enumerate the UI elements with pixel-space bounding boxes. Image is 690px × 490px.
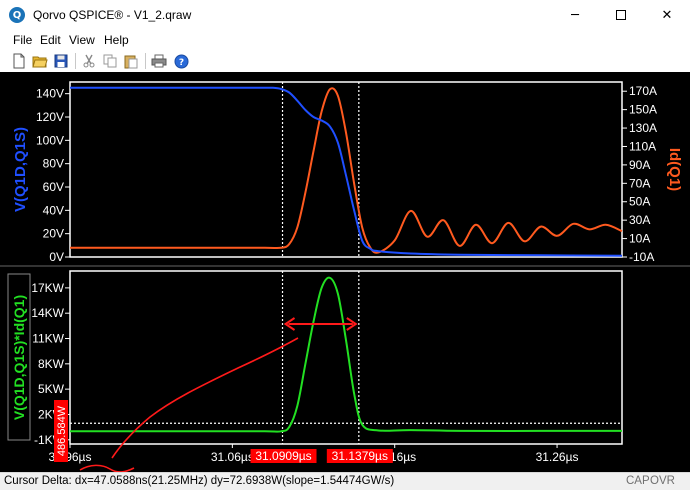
caps-lock-indicator: CAP <box>626 475 650 487</box>
maximize-button[interactable] <box>598 0 644 30</box>
waveform-viewer[interactable]: 0V 20V 40V 60V 80V 100V 120V 140V -10A 10A 30A 50A 7… <box>0 72 690 472</box>
menu-bar: File Edit View Help <box>0 30 690 50</box>
y2-tick-label: 110A <box>629 139 656 153</box>
cursor2-time-label: 31.1379µs <box>332 449 388 463</box>
print-icon[interactable] <box>150 52 168 70</box>
x-tick-label: 31.26µs <box>536 450 579 464</box>
marker-value-label: 486.584W <box>56 405 68 456</box>
underline-scribble <box>79 464 135 472</box>
y2-tick-label: 30A <box>629 213 650 227</box>
paste-icon[interactable] <box>122 52 140 70</box>
bottom-traces <box>70 276 622 433</box>
y2-tick-label: 10A <box>629 232 650 246</box>
y2-tick-label: 70A <box>629 176 650 190</box>
toolbar: ? <box>0 50 690 72</box>
pointer-scribble <box>111 337 299 459</box>
close-button[interactable]: ✕ <box>644 0 690 30</box>
y-axis-title-voltage: V(Q1D,Q1S) <box>12 127 29 212</box>
y-tick-label: 5KW <box>38 382 65 396</box>
window-title: Qorvo QSPICE® - V1_2.qraw <box>33 8 192 22</box>
trace-power-q1 <box>70 276 622 433</box>
bottom-plot-frame <box>69 270 623 445</box>
y-tick-label: 100V <box>36 133 64 147</box>
cursor1-time-label: 31.0909µs <box>255 449 311 463</box>
top-plot-frame <box>69 81 623 258</box>
y-tick-label: 0V <box>49 250 64 264</box>
minimize-button[interactable]: ─ <box>552 0 598 30</box>
x-tick-label: 31.06µs <box>211 450 254 464</box>
menu-edit[interactable]: Edit <box>40 33 61 47</box>
qspice-logo-icon: Q <box>9 7 25 23</box>
new-file-icon[interactable] <box>10 52 28 70</box>
minimize-icon: ─ <box>571 7 579 23</box>
toolbar-separator <box>145 53 146 69</box>
y-tick-label: 80V <box>43 157 64 171</box>
menu-file[interactable]: File <box>13 33 32 47</box>
y-tick-label: 60V <box>43 180 64 194</box>
copy-icon[interactable] <box>101 52 119 70</box>
y-tick-label: 40V <box>43 203 64 217</box>
y2-tick-label: 130A <box>629 121 657 135</box>
top-traces <box>69 86 623 257</box>
cut-icon[interactable] <box>80 52 98 70</box>
trace-id-q1 <box>69 87 623 254</box>
status-bar: Cursor Delta: dx=47.0588ns(21.25MHz) dy=… <box>0 472 690 490</box>
menu-view[interactable]: View <box>69 33 95 47</box>
svg-text:?: ? <box>178 58 183 68</box>
waveform-plot[interactable]: 0V 20V 40V 60V 80V 100V 120V 140V -10A 10A 30A 50A 7… <box>0 72 690 472</box>
y-axis-title-current: Id(Q1) <box>666 148 683 191</box>
trace-vds-q1 <box>70 86 623 257</box>
y2-tick-label: 150A <box>629 103 657 117</box>
save-icon[interactable] <box>52 52 70 70</box>
help-icon[interactable]: ? <box>172 52 190 70</box>
y2-tick-label: -10A <box>629 250 654 264</box>
open-folder-icon[interactable] <box>31 52 49 70</box>
y-tick-label: 14KW <box>31 306 64 320</box>
overwrite-indicator: OVR <box>650 475 675 487</box>
y-tick-label: 11KW <box>32 332 64 346</box>
y-tick-label: 20V <box>43 227 64 241</box>
toolbar-separator <box>75 53 76 69</box>
title-bar[interactable]: Q Qorvo QSPICE® - V1_2.qraw ─ ✕ <box>0 0 690 30</box>
y2-tick-label: 170A <box>629 84 657 98</box>
y-tick-label: 120V <box>36 110 64 124</box>
close-icon: ✕ <box>661 7 673 23</box>
y2-tick-label: 90A <box>629 158 650 172</box>
y-tick-label: 17KW <box>31 281 64 295</box>
y-tick-label: 140V <box>36 87 64 101</box>
y-tick-label: 8KW <box>38 357 65 371</box>
y-axis-title-power: V(Q1D,Q1S)*Id(Q1) <box>11 295 27 420</box>
menu-help[interactable]: Help <box>104 33 129 47</box>
cursor-delta-readout: Cursor Delta: dx=47.0588ns(21.25MHz) dy=… <box>4 475 395 487</box>
maximize-icon <box>616 10 626 20</box>
y2-tick-label: 50A <box>629 195 650 209</box>
